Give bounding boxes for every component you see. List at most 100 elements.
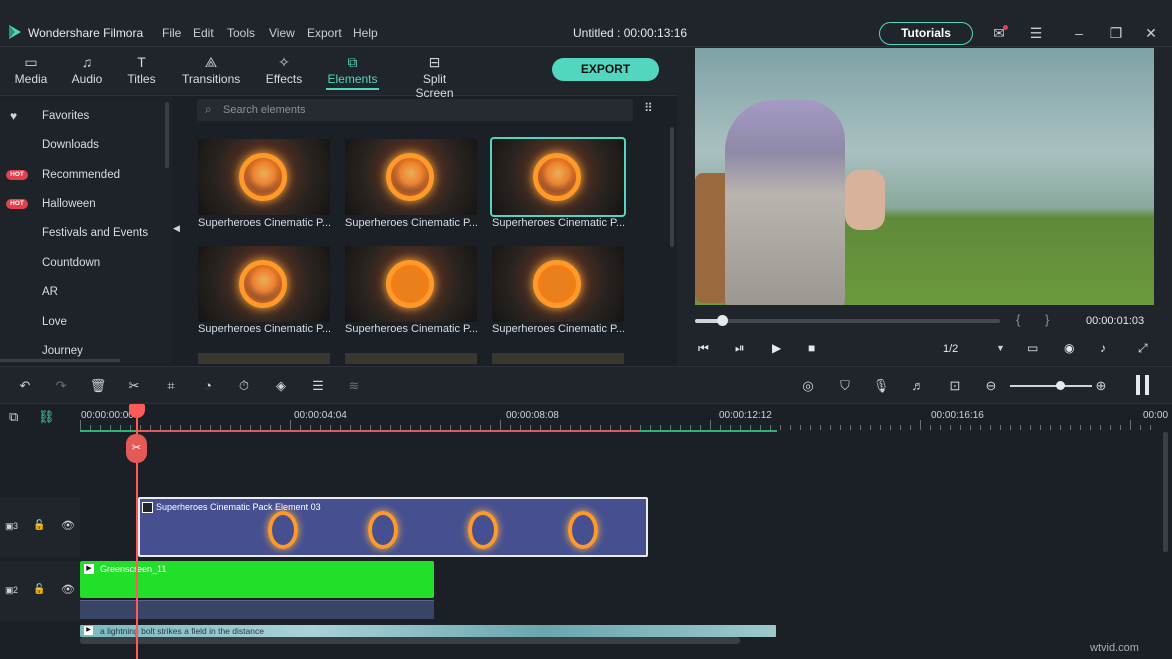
audio-mixer-icon[interactable]: ♬ [909, 377, 927, 395]
microphone-icon[interactable]: 🎙 [872, 377, 890, 395]
timeline-vertical-scrollbar[interactable] [1163, 432, 1168, 552]
pause-bars-icon[interactable] [1136, 375, 1150, 395]
add-track-icon[interactable]: ⧉ [9, 409, 18, 425]
timeline-ruler[interactable] [80, 404, 1160, 432]
sidebar-item-halloween[interactable]: Halloween [42, 198, 96, 210]
element-thumbnail-selected[interactable] [492, 139, 624, 215]
link-icon[interactable]: ⛓ [38, 409, 55, 425]
ruler-label: 00:00:12:12 [719, 410, 772, 421]
sidebar-item-downloads[interactable]: Downloads [42, 139, 99, 151]
fullscreen-icon[interactable]: ⤢ [1138, 341, 1148, 356]
cut-icon[interactable]: ✂ [125, 377, 143, 395]
element-thumbnail[interactable] [345, 353, 477, 364]
element-thumbnail[interactable] [492, 246, 624, 322]
grid-view-icon[interactable]: ⠿ [644, 101, 653, 115]
display-icon[interactable]: ▭ [1027, 341, 1038, 355]
eye-icon[interactable]: 👁 [61, 583, 75, 596]
previous-frame-icon[interactable]: ⏮ [698, 341, 709, 356]
fit-timeline-icon[interactable]: ⊡ [946, 377, 964, 395]
menu-tools[interactable]: Tools [227, 26, 255, 40]
tab-media[interactable]: ▭Media [12, 47, 50, 96]
tab-effects[interactable]: ✧Effects [265, 47, 303, 96]
crop-icon[interactable]: ⌗ [162, 377, 180, 395]
ruler-label: 00:00:04:04 [294, 410, 347, 421]
lock-icon[interactable]: 🔓 [33, 520, 45, 531]
sidebar-item-love[interactable]: Love [42, 316, 67, 328]
hamburger-menu-icon[interactable]: ☰ [1026, 24, 1046, 42]
undo-icon[interactable]: ↶ [16, 377, 34, 395]
menu-export[interactable]: Export [307, 26, 342, 40]
rendered-range [80, 430, 137, 432]
speed-icon[interactable]: ◔ [199, 377, 217, 395]
greenscreen-audio-strip[interactable] [80, 600, 434, 619]
marker-icon[interactable]: ⛉ [836, 377, 854, 395]
element-thumbnail[interactable] [198, 246, 330, 322]
collapse-sidebar-icon[interactable]: ◀ [173, 223, 180, 234]
tab-elements[interactable]: ⧉Elements [326, 47, 379, 96]
element-label: Superheroes Cinematic P... [198, 323, 330, 335]
sidebar-item-festivals[interactable]: Festivals and Events [42, 227, 148, 239]
element-thumbnail[interactable] [198, 139, 330, 215]
duration-icon[interactable]: ⏱ [235, 377, 253, 395]
mark-in-button[interactable]: { [1016, 312, 1020, 327]
grid-scrollbar[interactable] [670, 127, 674, 247]
scissors-icon[interactable]: ✂ [126, 434, 147, 463]
menu-view[interactable]: View [269, 26, 295, 40]
render-icon[interactable]: ◎ [799, 377, 817, 395]
track-header-3: ▣ 3 🔓 👁 [0, 497, 80, 557]
preview-video[interactable] [695, 48, 1154, 305]
sidebar-horizontal-scrollbar[interactable] [0, 359, 120, 362]
snapshot-icon[interactable]: ◉ [1064, 341, 1074, 355]
menu-edit[interactable]: Edit [193, 26, 214, 40]
zoom-slider-handle[interactable] [1056, 381, 1065, 390]
play-frame-icon[interactable]: ⏯ [735, 341, 745, 356]
export-button[interactable]: EXPORT [552, 58, 659, 81]
chevron-down-icon[interactable]: ▼ [996, 343, 1005, 353]
menu-file[interactable]: File [162, 26, 181, 40]
play-icon[interactable]: ▶ [772, 341, 781, 355]
library-tabs: ▭Media ♫Audio TTitles ⟁Transitions ✧Effe… [0, 47, 677, 96]
folder-icon: ▭ [12, 52, 50, 72]
zoom-slider[interactable] [1010, 385, 1092, 387]
notification-dot [1003, 25, 1008, 30]
ruler-label: 00:00 [1143, 410, 1168, 421]
zoom-out-icon[interactable]: ⊖ [982, 377, 1000, 395]
sidebar-item-ar[interactable]: AR [42, 286, 58, 298]
sidebar-item-recommended[interactable]: Recommended [42, 169, 120, 181]
element-label: Superheroes Cinematic P... [345, 323, 477, 335]
sidebar-scrollbar[interactable] [165, 102, 169, 168]
delete-icon[interactable]: 🗑 [89, 377, 107, 395]
close-icon[interactable]: ✕ [1141, 24, 1161, 42]
restore-icon[interactable]: ❐ [1106, 24, 1126, 42]
lock-icon[interactable]: 🔓 [33, 584, 45, 595]
sidebar-item-favorites[interactable]: Favorites [42, 110, 89, 122]
redo-icon[interactable]: ↷ [52, 377, 70, 395]
stop-icon[interactable]: ■ [808, 341, 815, 355]
adjust-icon[interactable]: ☰ [309, 377, 327, 395]
eye-icon[interactable]: 👁 [61, 519, 75, 532]
minimize-icon[interactable]: – [1069, 24, 1089, 42]
element-thumbnail[interactable] [345, 139, 477, 215]
audio-wave-icon[interactable]: ≋ [345, 377, 363, 395]
tab-audio[interactable]: ♫Audio [70, 47, 104, 96]
mark-out-button[interactable]: } [1045, 312, 1049, 327]
preview-quality-select[interactable]: 1/2 [943, 343, 958, 355]
preview-seek-bar[interactable] [695, 319, 1000, 323]
timeline-horizontal-scrollbar[interactable] [80, 637, 740, 644]
element-thumbnail[interactable] [492, 353, 624, 364]
sidebar-item-journey[interactable]: Journey [42, 345, 83, 357]
element-thumbnail[interactable] [198, 353, 330, 364]
tutorials-button[interactable]: Tutorials [879, 22, 973, 45]
preview-seek-handle[interactable] [717, 315, 728, 326]
keyframe-icon[interactable]: ◈ [272, 377, 290, 395]
tab-split-screen[interactable]: ⊟Split Screen [403, 47, 466, 96]
rendered-range [640, 430, 777, 432]
tab-transitions[interactable]: ⟁Transitions [182, 47, 240, 96]
menu-help[interactable]: Help [353, 26, 378, 40]
tab-titles[interactable]: TTitles [125, 47, 158, 96]
volume-icon[interactable]: ♪ [1100, 341, 1106, 355]
zoom-in-icon[interactable]: ⊕ [1092, 377, 1110, 395]
element-thumbnail[interactable] [345, 246, 477, 322]
sidebar-item-countdown[interactable]: Countdown [42, 257, 100, 269]
ruler-label: 00:00:08:08 [506, 410, 559, 421]
